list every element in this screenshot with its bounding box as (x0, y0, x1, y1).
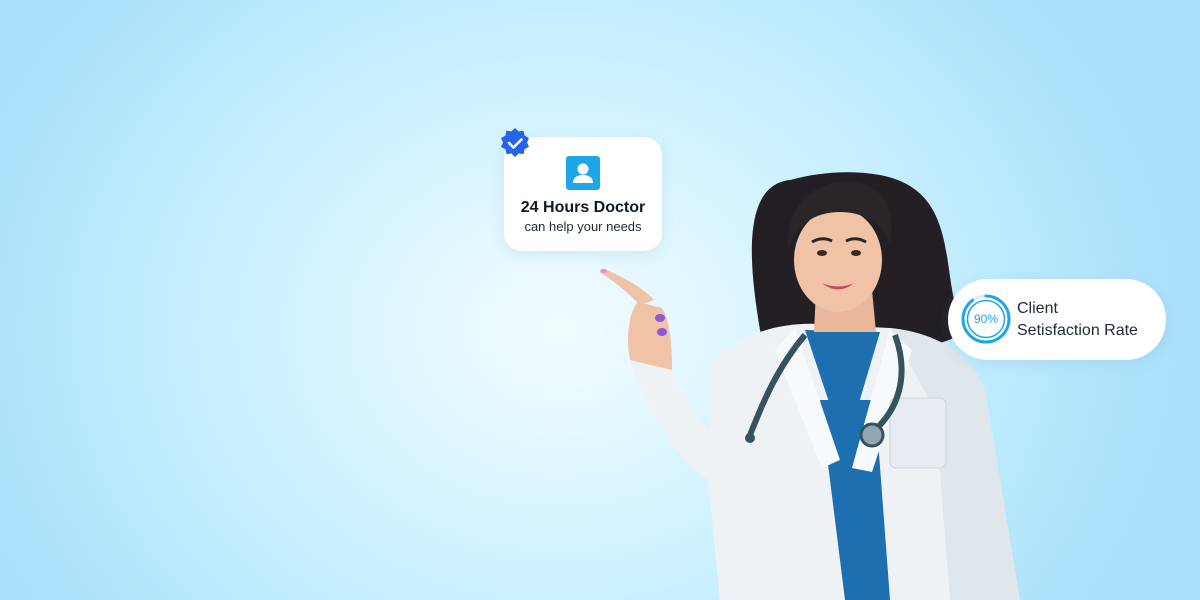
verified-check-icon (501, 128, 529, 158)
satisfaction-percent: 90% (973, 312, 999, 326)
person-icon (566, 156, 600, 190)
satisfaction-label-line1: Client (1017, 300, 1058, 317)
doctor-card-subtitle: can help your needs (524, 219, 642, 234)
hero-banner: 24 Hours Doctor can help your needs 90% … (0, 0, 1200, 600)
doctor-card-title: 24 Hours Doctor (520, 199, 646, 216)
satisfaction-card: 90% Client Setisfaction Rate (948, 279, 1166, 360)
satisfaction-label-line2: Setisfaction Rate (1017, 322, 1138, 339)
